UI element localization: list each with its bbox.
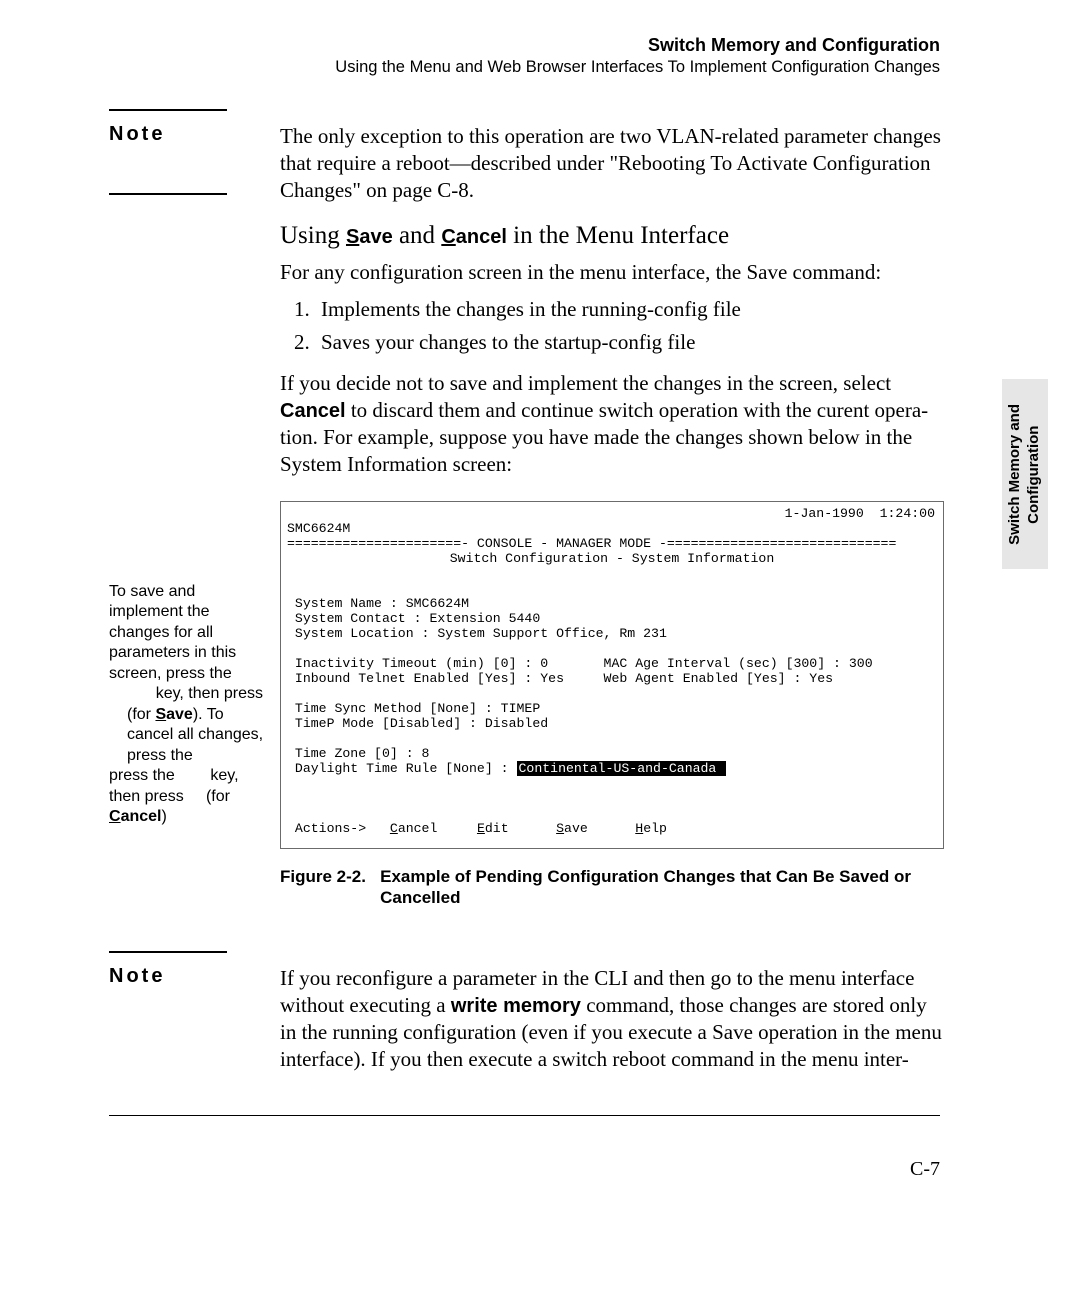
console-inactivity: Inactivity Timeout (min) [0] : 0 MAC Age…	[287, 656, 873, 671]
heading-text-mid: and	[393, 222, 442, 249]
heading-cancel-underline: C	[441, 226, 455, 248]
note-label-1: Note	[109, 123, 165, 146]
note-rule-top	[109, 109, 227, 111]
heading-cancel: Cancel	[441, 226, 507, 248]
note2-rule-top	[109, 951, 227, 953]
para-cancel-word: Cancel	[280, 400, 346, 422]
console-action-cancel-u: C	[390, 821, 398, 836]
console-title: Switch Configuration - System Informatio…	[287, 551, 937, 566]
list-item: Implements the changes in the running-co…	[315, 296, 945, 323]
sidebar-l2a: (for	[127, 706, 155, 723]
console-action-cancel: ancel	[398, 821, 438, 836]
console-action-help-u: H	[635, 821, 643, 836]
sidebar-annotation: To save and implement the changes for al…	[109, 582, 269, 828]
list-item: Saves your changes to the startup-config…	[315, 329, 945, 356]
para-cancel-a: If you decide not to save and implement …	[280, 371, 891, 395]
note-1-text: The only exception to this operation are…	[280, 123, 945, 204]
note-2-text: If you reconfigure a parameter in the CL…	[280, 965, 945, 1073]
running-header: Switch Memory and Configuration Using th…	[335, 35, 940, 77]
numbered-list: Implements the changes in the running-co…	[280, 296, 945, 362]
sidebar-cancel-u: C	[109, 808, 121, 825]
sidebar-l5: )	[161, 808, 166, 825]
console-date: 1-Jan-1990	[785, 506, 864, 521]
console-sysname: System Name : SMC6624M	[287, 596, 469, 611]
figure-caption-text: Example of Pending Configuration Changes…	[380, 866, 920, 909]
heading-cancel-rest: ancel	[456, 226, 507, 248]
heading-text-post: in the Menu Interface	[507, 222, 729, 249]
console-dtr-value: Continental-US-and-Canada	[517, 761, 727, 776]
console-action-save: ave	[564, 821, 588, 836]
sidebar-l1: To save and implement the changes for al…	[109, 583, 236, 682]
thumb-tab-text: Switch Memory and Configuration	[1006, 404, 1044, 545]
para-save-intro: For any configuration screen in the menu…	[280, 259, 945, 286]
thumb-tab: Switch Memory and Configuration	[1002, 379, 1048, 569]
sidebar-save-rest: ave	[166, 706, 193, 723]
console-datetime: 1-Jan-1990 1:24:00	[785, 506, 935, 521]
console-action-edit: dit	[485, 821, 509, 836]
console-timepmode: TimeP Mode [Disabled] : Disabled	[287, 716, 548, 731]
console-host: SMC6624M	[287, 521, 350, 536]
console-time: 1:24:00	[880, 506, 935, 521]
heading-text-pre: Using	[280, 222, 346, 249]
console-actions-label: Actions->	[287, 821, 390, 836]
page-number: C-7	[910, 1158, 940, 1181]
console-dtr-label: Daylight Time Rule [None] :	[287, 761, 517, 776]
sidebar-l4: (for	[206, 788, 230, 805]
figure-number: Figure 2-2.	[280, 867, 366, 886]
console-syslocation: System Location : System Support Office,…	[287, 626, 667, 641]
note-rule-bottom	[109, 193, 227, 195]
heading-save-rest: ave	[359, 226, 392, 248]
console-timesync: Time Sync Method [None] : TIMEP	[287, 701, 540, 716]
section-heading: Using Save and Cancel in the Menu Interf…	[280, 220, 945, 252]
console-syscontact: System Contact : Extension 5440	[287, 611, 540, 626]
console-screenshot: SMC6624M 1-Jan-1990 1:24:00 =============…	[280, 501, 944, 849]
console-timezone: Time Zone [0] : 8	[287, 746, 429, 761]
sidebar-cancel-rest: ancel	[121, 808, 162, 825]
footer-rule	[109, 1115, 940, 1116]
console-action-help: elp	[643, 821, 667, 836]
console-action-save-u: S	[556, 821, 564, 836]
note-label-2: Note	[109, 965, 165, 988]
sidebar-save-u: S	[155, 706, 166, 723]
header-subtitle: Using the Menu and Web Browser Interface…	[335, 58, 940, 77]
console-dtr-line: Daylight Time Rule [None] : Continental-…	[287, 761, 726, 776]
console-actions: Actions-> Cancel Edit Save Help	[287, 821, 667, 836]
heading-save: Save	[346, 226, 393, 248]
console-action-edit-u: E	[477, 821, 485, 836]
console-telnet: Inbound Telnet Enabled [Yes] : Yes Web A…	[287, 671, 833, 686]
note2-write-memory: write memory	[451, 995, 581, 1017]
para-cancel-b: to discard them and continue switch oper…	[280, 398, 928, 476]
header-title: Switch Memory and Configuration	[335, 35, 940, 56]
para-cancel: If you decide not to save and implement …	[280, 370, 945, 478]
heading-save-underline: S	[346, 226, 359, 248]
thumb-tab-l1: Switch Memory and	[1006, 404, 1023, 545]
thumb-tab-l2: Configuration	[1025, 425, 1042, 523]
sidebar-keythen: key, then press	[156, 685, 263, 702]
figure-caption: Figure 2-2. Example of Pending Configura…	[280, 866, 945, 909]
console-divider: ======================- CONSOLE - MANAGE…	[287, 536, 896, 551]
